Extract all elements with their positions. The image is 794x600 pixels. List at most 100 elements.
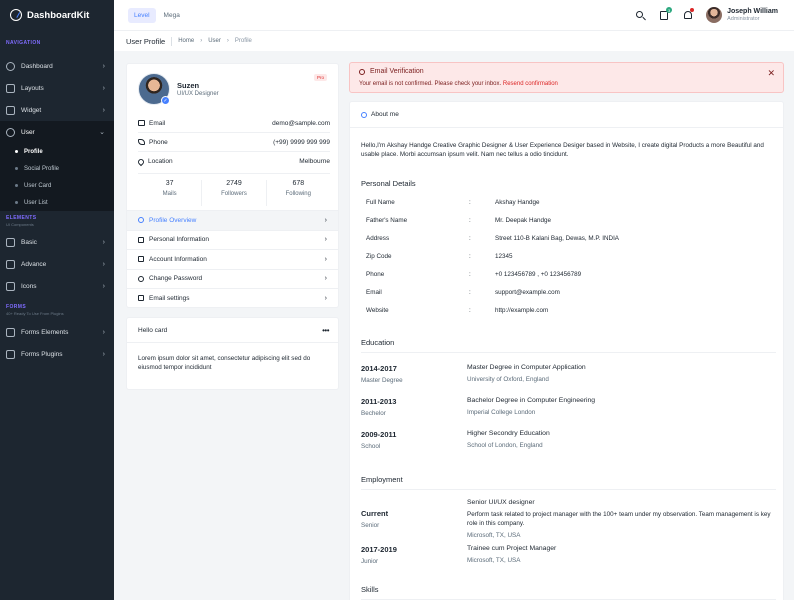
sidebar-item-dashboard[interactable]: Dashboard › [0,55,114,77]
more-options-icon[interactable]: ••• [322,326,329,335]
mail-icon [138,295,144,302]
breadcrumb-user[interactable]: User [208,38,221,44]
chevron-down-icon: ⌄ [99,129,105,136]
profile-role: UI/UX Designer [177,91,219,97]
education-title: Education [361,338,395,347]
shield-icon [138,275,144,282]
chevron-right-icon: › [324,216,327,224]
grid-icon [6,259,15,269]
brand-logo-icon [10,9,22,21]
skills-title: Skills [361,585,379,594]
hello-card-title: Hello card [138,326,168,334]
sidebar-sub-user-card[interactable]: User Card [0,177,114,194]
elements-caption: ELEMENTS [6,215,37,221]
profile-location: Melbourne [299,158,330,165]
sidebar-item-forms-plugins[interactable]: Forms Plugins › [0,343,114,365]
personal-details-title: Personal Details [361,179,416,188]
chevron-right-icon: › [324,255,327,263]
top-header: Level Mega 3 Joseph William Administrato… [114,0,794,30]
chevron-right-icon: › [324,275,327,283]
menu-profile-overview[interactable]: Profile Overview › [127,210,338,230]
icons-icon [6,281,15,291]
sidebar-item-widget[interactable]: Widget › [0,99,114,121]
search-icon [636,11,644,18]
bullet-icon [15,150,18,153]
hello-card-body: Lorem ipsum dolor sit amet, consectetur … [138,355,311,372]
sidebar-item-layouts[interactable]: Layouts › [0,77,114,99]
profile-phone: (+99) 9999 999 999 [273,138,330,146]
profile-stats: 37 Mails 2749 Followers 678 Following [138,180,330,206]
chevron-right-icon: › [102,328,105,336]
bullet-icon [15,201,18,204]
header-tab-mega[interactable]: Mega [158,8,186,23]
avatar [706,7,723,23]
home-icon [6,61,15,71]
chevron-right-icon: › [102,84,105,92]
stat-following: 678 Following [285,180,311,197]
about-intro: Hello,I'm Akshay Handge Creative Graphic… [361,142,764,159]
alert-dot [690,8,695,12]
page-header: User Profile Home › User › Profile [114,30,794,51]
widget-icon [6,105,15,115]
profile-phone-row: Phone (+99) 9999 999 999 [138,133,330,152]
chevron-right-icon: › [102,106,105,114]
hello-card-header: Hello card ••• [127,318,338,343]
info-circle-icon [359,69,365,75]
brand[interactable]: DashboardKit [0,0,114,30]
detail-row: Full Name: Akshay Handge [366,198,540,206]
cube-icon [6,237,15,247]
profile-email: demo@sample.com [272,119,330,127]
notification-count-badge: 3 [666,7,673,13]
brand-name: DashboardKit [27,9,90,21]
close-icon[interactable]: ✕ [767,68,775,79]
chevron-right-icon: › [324,294,327,302]
user-icon [138,217,144,224]
sidebar-item-advance[interactable]: Advance › [0,253,114,275]
resend-confirmation-link[interactable]: Resend confirmation [503,81,558,87]
breadcrumb-home[interactable]: Home [178,38,194,44]
profile-email-row: Email demo@sample.com [138,114,330,133]
user-menu[interactable]: Joseph William Administrator [706,7,778,23]
pro-badge: Pro [313,74,327,81]
profile-location-row: Location Melbourne [136,152,330,171]
stat-followers: 2749 Followers [202,180,267,206]
search-button[interactable] [634,9,646,21]
chevron-right-icon: › [324,236,327,244]
detail-row: Father's Name: Mr. Deepak Handge [366,216,552,224]
apps-button[interactable]: 3 [658,7,673,21]
email-verification-alert: Email Verification Your email is not con… [349,62,784,93]
sidebar-item-basic[interactable]: Basic › [0,231,114,253]
about-title: About me [371,111,399,118]
sidebar-sub-profile[interactable]: Profile [0,143,114,160]
forms-caption: FORMS [6,304,27,310]
sidebar-sub-user-list[interactable]: User List [0,194,114,211]
sidebar: DashboardKit NAVIGATION Dashboard › Layo… [0,0,114,600]
hello-card: Hello card ••• Lorem ipsum dolor sit ame… [126,317,339,390]
pencil-icon [6,349,15,359]
bell-icon [684,11,693,19]
menu-email-settings[interactable]: Email settings › [127,288,338,308]
detail-row: Email: support@example.com [366,288,560,296]
employment-title: Employment [361,475,403,484]
menu-personal-information[interactable]: Personal Information › [127,229,338,250]
detail-row: Phone: +0 123456789 , +0 123456789 [366,270,582,278]
sidebar-item-forms-elements[interactable]: Forms Elements › [0,321,114,343]
sidebar-item-user[interactable]: User ⌄ [0,121,114,143]
pen-icon [6,327,15,337]
notifications-button[interactable] [682,8,695,21]
detail-row: Address: Street 110-B Kalani Bag, Dewas, … [366,234,620,242]
mail-icon [138,120,145,126]
menu-account-information[interactable]: Account Information › [127,249,338,269]
bullet-icon [15,167,18,170]
header-tab-level[interactable]: Level [128,7,156,23]
menu-change-password[interactable]: Change Password › [127,268,338,289]
header-user-name: Joseph William [727,8,778,15]
sidebar-sub-social-profile[interactable]: Social Profile [0,160,114,177]
profile-card: Pro ✓ Suzen UI/UX Designer Email demo@sa… [126,63,339,308]
chevron-right-icon: › [102,238,105,246]
document-icon [138,236,144,243]
phone-icon [138,139,145,145]
alert-message: Your email is not confirmed. Please chec… [359,81,558,87]
detail-row: Website: http://example.com [366,306,549,314]
sidebar-item-icons[interactable]: Icons › [0,275,114,297]
